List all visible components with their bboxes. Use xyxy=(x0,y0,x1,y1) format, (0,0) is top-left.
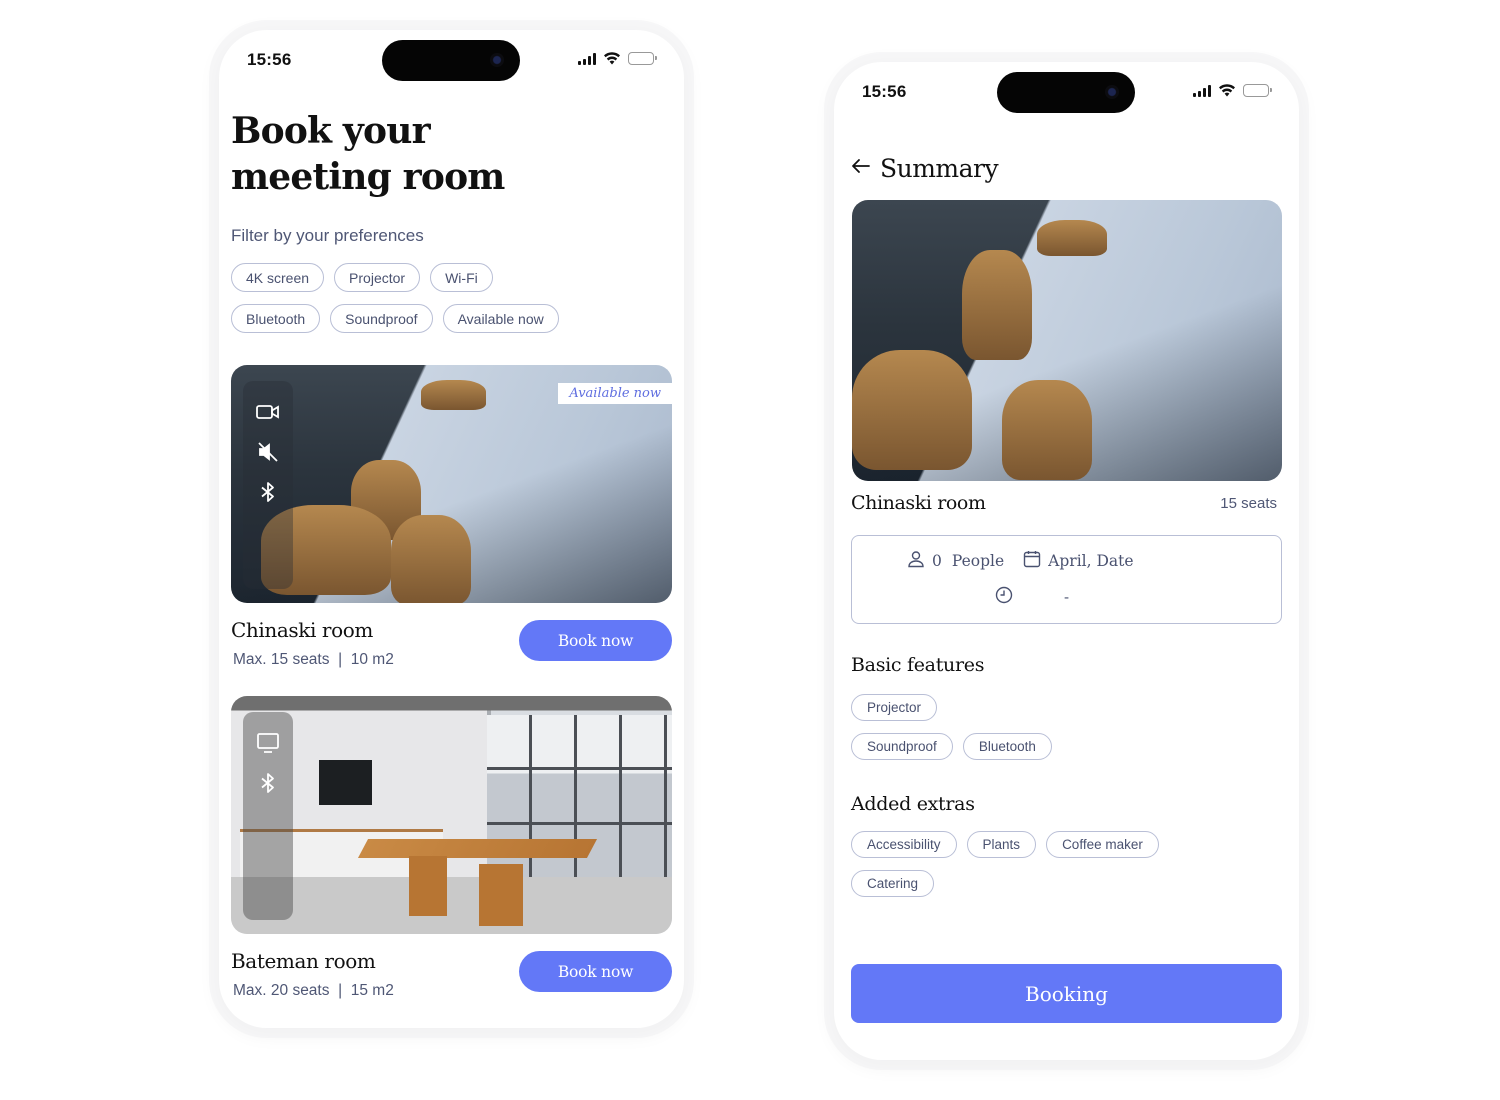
extras-chip-group: Accessibility Plants Coffee maker Cateri… xyxy=(851,831,1181,897)
chair-shape xyxy=(1037,220,1107,256)
room-name: Bateman room xyxy=(231,949,376,973)
chair-shape xyxy=(421,380,486,410)
feature-chip-soundproof: Soundproof xyxy=(851,733,953,760)
person-icon xyxy=(906,549,926,573)
feature-icon-rail xyxy=(243,712,293,920)
clock-icon xyxy=(994,585,1014,609)
basic-features-title: Basic features xyxy=(851,654,985,676)
room-name: Chinaski room xyxy=(851,492,986,514)
table-shape xyxy=(358,838,598,858)
summary-header: Summary xyxy=(850,154,999,183)
chair-shape xyxy=(962,250,1032,360)
status-time: 15:56 xyxy=(247,50,292,69)
room-card-bateman: Bateman room Max. 20 seats | 15 m2 Book … xyxy=(231,696,672,1006)
wifi-icon xyxy=(1219,84,1235,97)
arrow-left-icon[interactable] xyxy=(850,155,872,182)
battery-icon xyxy=(628,52,657,65)
filter-chip-wifi[interactable]: Wi-Fi xyxy=(430,263,493,292)
video-camera-icon xyxy=(255,399,281,425)
bluetooth-icon xyxy=(255,770,281,796)
extra-chip-accessibility: Accessibility xyxy=(851,831,957,858)
camera-icon xyxy=(1105,85,1119,99)
status-icons xyxy=(578,52,657,65)
filter-chip-group: 4K screen Projector Wi-Fi Bluetooth Soun… xyxy=(231,263,591,333)
bluetooth-icon xyxy=(255,479,281,505)
feature-icon-rail xyxy=(243,381,293,589)
table-leg-shape xyxy=(409,856,447,916)
time-value[interactable]: - xyxy=(1064,588,1069,606)
status-icons xyxy=(1193,84,1272,97)
chair-shape xyxy=(1002,380,1092,480)
extra-chip-catering: Catering xyxy=(851,870,935,897)
extra-chip-coffee-maker: Coffee maker xyxy=(1046,831,1159,858)
booking-time-row: - xyxy=(994,585,1069,609)
filter-chip-available-now[interactable]: Available now xyxy=(442,304,559,333)
date-value[interactable]: April, Date xyxy=(1048,552,1133,570)
room-name: Chinaski room xyxy=(231,618,373,642)
monitor-icon xyxy=(255,730,281,756)
feature-chip-projector: Projector xyxy=(851,694,938,721)
summary-title: Summary xyxy=(880,154,999,183)
chair-shape xyxy=(391,515,471,603)
dynamic-island xyxy=(997,72,1135,113)
chair-shape xyxy=(852,350,972,470)
calendar-icon xyxy=(1022,549,1042,573)
phone-browse-screen: 15:56 Book your meeting room Filter by y… xyxy=(219,30,684,1028)
camera-icon xyxy=(490,53,504,67)
floor-shape xyxy=(231,876,672,934)
extra-chip-plants: Plants xyxy=(966,831,1037,858)
people-count[interactable]: 0 xyxy=(932,552,942,570)
tv-shape xyxy=(319,760,373,806)
page-title-line-1: Book your xyxy=(231,110,431,152)
summary-room-photo xyxy=(852,200,1282,481)
book-now-button[interactable]: Book now xyxy=(519,620,672,661)
filter-chip-bluetooth[interactable]: Bluetooth xyxy=(231,304,321,333)
room-photo-bateman[interactable] xyxy=(231,696,672,934)
room-meta: Max. 15 seats | 10 m2 xyxy=(233,651,394,668)
room-seats: 15 seats xyxy=(1220,495,1277,512)
availability-badge: Available now xyxy=(558,383,672,404)
people-label: People xyxy=(951,552,1005,570)
room-photo-chinaski[interactable]: Available now xyxy=(231,365,672,603)
table-leg-shape xyxy=(479,864,523,926)
wifi-icon xyxy=(604,52,620,65)
room-meta: Max. 20 seats | 15 m2 xyxy=(233,982,394,999)
room-card-chinaski: Available now Chinaski room Max. 15 seat… xyxy=(231,365,672,675)
status-bar: 15:56 xyxy=(219,30,684,90)
feature-chip-bluetooth: Bluetooth xyxy=(962,733,1052,760)
cellular-signal-icon xyxy=(578,52,596,65)
booking-details-row: 0 People April, Date xyxy=(906,549,1134,573)
speaker-muted-icon xyxy=(255,439,281,465)
filter-chip-projector[interactable]: Projector xyxy=(334,263,421,292)
battery-icon xyxy=(1243,84,1272,97)
dynamic-island xyxy=(382,40,520,81)
booking-details-box[interactable]: 0 People April, Date - xyxy=(851,535,1282,624)
filter-label: Filter by your preferences xyxy=(231,226,424,245)
page-title-line-2: meeting room xyxy=(231,156,505,198)
filter-chip-soundproof[interactable]: Soundproof xyxy=(330,304,433,333)
filter-chip-4k-screen[interactable]: 4K screen xyxy=(231,263,325,292)
booking-button[interactable]: Booking xyxy=(851,964,1282,1023)
phone-summary-screen: 15:56 Summary Chinaski room 15 seats 0 P… xyxy=(834,62,1299,1060)
book-now-button[interactable]: Book now xyxy=(519,951,672,992)
added-extras-title: Added extras xyxy=(851,793,975,815)
cellular-signal-icon xyxy=(1193,84,1211,97)
page-title: Book your meeting room xyxy=(231,108,651,200)
status-time: 15:56 xyxy=(862,82,907,101)
basic-features-chip-group: Projector Soundproof Bluetooth xyxy=(851,694,1151,760)
status-bar: 15:56 xyxy=(834,62,1299,122)
